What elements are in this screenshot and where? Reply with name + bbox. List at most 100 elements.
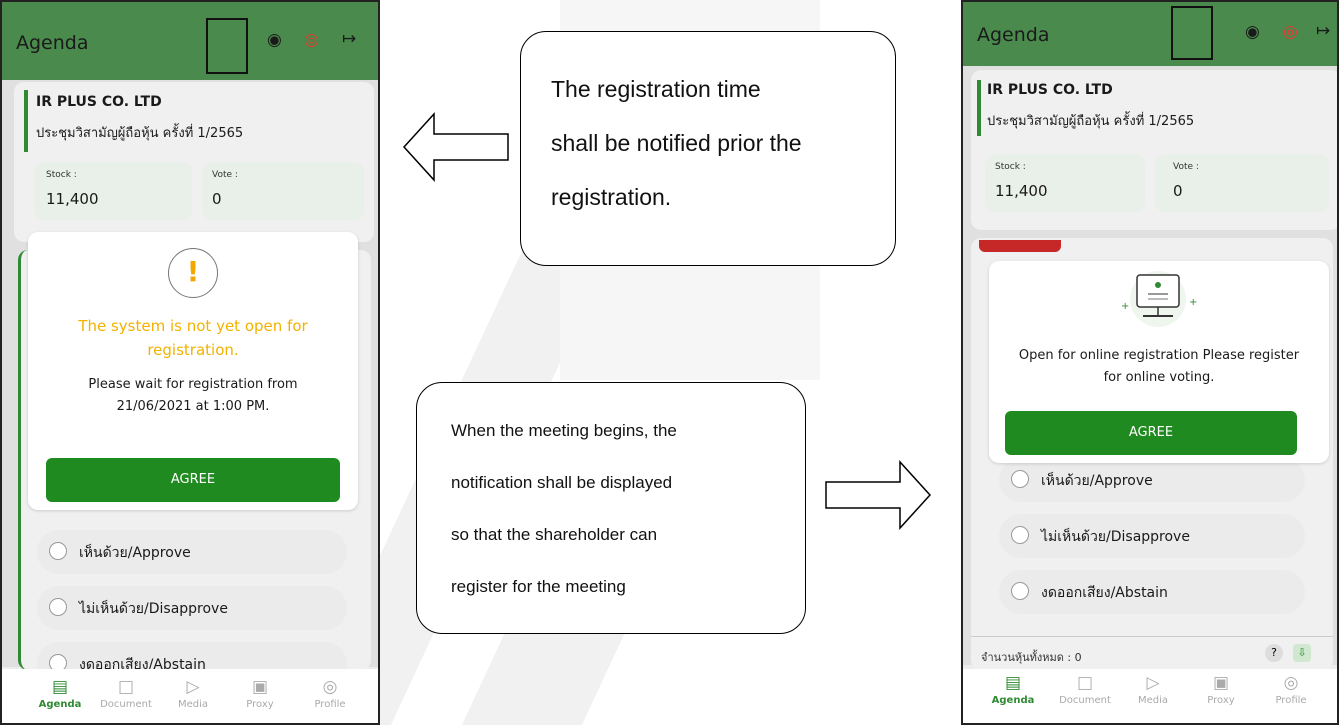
profile-icon: ◎ [1283, 673, 1299, 693]
total-shares-divider [971, 636, 1333, 637]
svg-text:+: + [1121, 301, 1129, 312]
dialog-body: Open for online registration Please regi… [989, 345, 1329, 389]
page-title: Agenda [16, 32, 89, 54]
nav-label: Document [1059, 695, 1111, 706]
callout-line: so that the shareholder can [451, 525, 658, 544]
company-accent [977, 80, 981, 136]
chat-icon[interactable]: ◉ [267, 30, 282, 50]
registration-closed-dialog: ! The system is not yet open for registr… [28, 232, 358, 510]
nav-label: Profile [314, 699, 346, 710]
dialog-headline: The system is not yet open for registrat… [28, 314, 358, 362]
dialog-body: Please wait for registration from 21/06/… [28, 374, 358, 418]
svg-text:+: + [1189, 297, 1197, 308]
right-phone-screen: Agenda ◉ ◎ ↦ IR PLUS CO. LTD ประชุมวิสาม… [961, 0, 1339, 725]
nav-label: Media [177, 699, 209, 710]
agenda-icon: ▤ [1004, 673, 1022, 693]
radio-button[interactable] [1011, 470, 1029, 488]
company-name: IR PLUS CO. LTD [987, 82, 1113, 98]
play-icon: ▷ [186, 677, 200, 697]
vote-box: Vote : 0 [1155, 154, 1329, 212]
nav-profile[interactable]: ◎ Profile [300, 677, 360, 710]
vote-box: Vote : 0 [202, 162, 364, 220]
option-label: เห็นด้วย/Approve [79, 545, 191, 561]
left-arrow [402, 112, 509, 182]
radio-button[interactable] [49, 542, 67, 560]
left-phone-screen: Agenda ◉ ◎ ↦ IR PLUS CO. LTD ประชุมวิสาม… [0, 0, 380, 725]
proxy-icon: ▣ [251, 677, 269, 697]
vote-label: Vote : [1173, 162, 1199, 172]
top-bar: Agenda ◉ ◎ ↦ [2, 2, 378, 80]
blank-box [1171, 6, 1213, 60]
help-icon[interactable]: ? [1265, 644, 1283, 662]
agenda-icon: ▤ [51, 677, 69, 697]
callout-line: register for the meeting [451, 577, 626, 596]
callout-line: notification shall be displayed [451, 473, 673, 492]
callout-registration-time: The registration time shall be notified … [520, 31, 896, 266]
company-accent [24, 90, 28, 152]
broadcast-icon[interactable]: ◎ [1283, 22, 1298, 42]
radio-button[interactable] [1011, 526, 1029, 544]
stock-box: Stock : 11,400 [34, 162, 192, 220]
play-icon: ▷ [1146, 673, 1160, 693]
callout-line: shall be notified prior the [551, 130, 802, 156]
dialog-body-line2: 21/06/2021 at 1:00 PM. [116, 399, 270, 414]
folder-icon: □ [1076, 673, 1094, 693]
dialog-body-line2: for online voting. [1103, 370, 1215, 385]
export-icon[interactable]: ⇩ [1293, 644, 1311, 662]
nav-agenda[interactable]: ▤ Agenda [983, 673, 1043, 706]
nav-agenda[interactable]: ▤ Agenda [30, 677, 90, 710]
logout-icon[interactable]: ↦ [342, 29, 356, 49]
dialog-body-line1: Please wait for registration from [88, 377, 298, 392]
option-approve[interactable]: เห็นด้วย/Approve [999, 458, 1305, 502]
option-label: เห็นด้วย/Approve [1041, 473, 1153, 489]
nav-label: Document [100, 699, 152, 710]
radio-button[interactable] [1011, 582, 1029, 600]
nav-label: Agenda [991, 695, 1035, 706]
option-label: ไม่เห็นด้วย/Disapprove [79, 601, 228, 617]
nav-media[interactable]: ▷ Media [1123, 673, 1183, 706]
profile-icon: ◎ [322, 677, 338, 697]
company-name: IR PLUS CO. LTD [36, 94, 162, 110]
callout-line: The registration time [551, 76, 761, 102]
right-arrow [825, 460, 932, 530]
dialog-headline-line2: registration. [147, 341, 239, 359]
callout-line: When the meeting begins, the [451, 421, 677, 440]
blank-box [206, 18, 248, 74]
meeting-name: ประชุมวิสามัญผู้ถือหุ้น ครั้งที่ 1/2565 [987, 114, 1195, 129]
nav-document[interactable]: □ Document [1055, 673, 1115, 706]
nav-proxy[interactable]: ▣ Proxy [1191, 673, 1251, 706]
folder-icon: □ [117, 677, 135, 697]
option-disapprove[interactable]: ไม่เห็นด้วย/Disapprove [37, 586, 347, 630]
computer-user-icon: + + [1121, 271, 1197, 327]
nav-label: Media [1137, 695, 1169, 706]
callout-line: registration. [551, 184, 672, 210]
nav-profile[interactable]: ◎ Profile [1261, 673, 1321, 706]
proxy-icon: ▣ [1212, 673, 1230, 693]
meeting-name: ประชุมวิสามัญผู้ถือหุ้น ครั้งที่ 1/2565 [36, 126, 244, 141]
nav-label: Proxy [1207, 695, 1235, 706]
stock-label: Stock : [46, 170, 77, 180]
dialog-headline-line1: The system is not yet open for [78, 317, 308, 335]
bottom-nav: ▤ Agenda □ Document ▷ Media ▣ Proxy ◎ Pr… [963, 669, 1337, 723]
total-shares: จำนวนหุ้นทั้งหมด : 0 [981, 651, 1082, 664]
vote-value: 0 [1173, 182, 1183, 200]
nav-proxy[interactable]: ▣ Proxy [230, 677, 290, 710]
agree-button[interactable]: AGREE [46, 458, 340, 502]
broadcast-icon[interactable]: ◎ [304, 30, 319, 50]
agree-button[interactable]: AGREE [1005, 411, 1297, 455]
dialog-body-line1: Open for online registration Please regi… [1018, 348, 1300, 363]
radio-button[interactable] [49, 598, 67, 616]
nav-document[interactable]: □ Document [96, 677, 156, 710]
top-bar: Agenda ◉ ◎ ↦ [963, 2, 1337, 66]
company-card: IR PLUS CO. LTD ประชุมวิสามัญผู้ถือหุ้น … [971, 70, 1337, 230]
bottom-nav: ▤ Agenda □ Document ▷ Media ▣ Proxy ◎ Pr… [2, 669, 378, 723]
vote-value: 0 [212, 190, 222, 208]
chat-icon[interactable]: ◉ [1245, 22, 1260, 42]
option-abstain[interactable]: งดออกเสียง/Abstain [999, 570, 1305, 614]
nav-media[interactable]: ▷ Media [163, 677, 223, 710]
warning-icon: ! [168, 248, 218, 298]
logout-icon[interactable]: ↦ [1316, 21, 1330, 41]
option-disapprove[interactable]: ไม่เห็นด้วย/Disapprove [999, 514, 1305, 558]
option-approve[interactable]: เห็นด้วย/Approve [37, 530, 347, 574]
stock-label: Stock : [995, 162, 1026, 172]
